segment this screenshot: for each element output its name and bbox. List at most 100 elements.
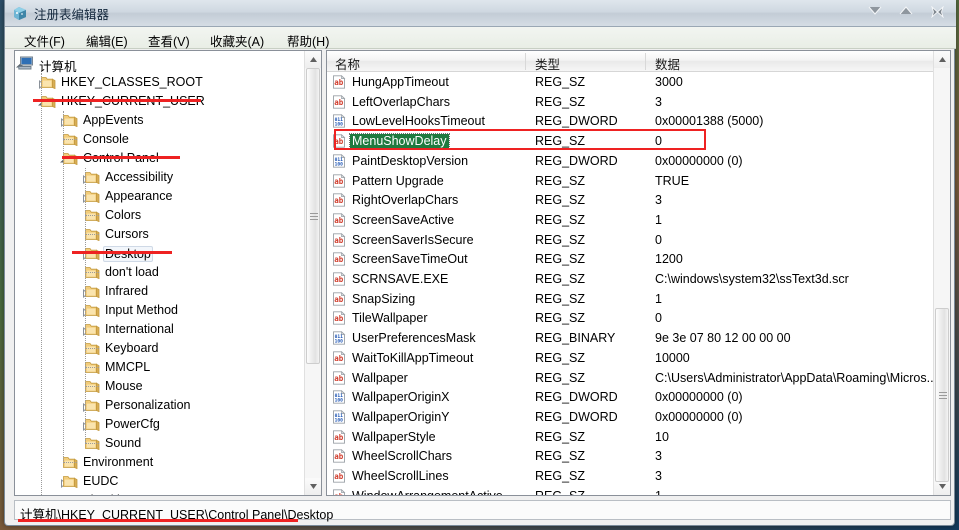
value-data: 1200 [655, 252, 683, 266]
tree-item-label: MMCPL [103, 360, 152, 374]
list-scroll-thumb[interactable] [935, 308, 949, 482]
registry-editor-icon [12, 5, 28, 21]
menu-item-0[interactable]: 文件(F) [19, 30, 70, 51]
table-row[interactable]: 011100LowLevelHooksTimeoutREG_DWORD0x000… [327, 111, 931, 131]
title-bar: 注册表编辑器 [5, 0, 956, 27]
folder-icon [85, 304, 100, 317]
column-header-1[interactable]: 类型 [535, 54, 560, 73]
value-type: REG_DWORD [535, 114, 618, 128]
folder-icon [85, 190, 100, 203]
table-row[interactable]: abSCRNSAVE.EXEREG_SZC:\windows\system32\… [327, 269, 931, 289]
svg-text:ab: ab [334, 354, 344, 363]
value-type: REG_SZ [535, 469, 585, 483]
table-row[interactable]: ab WindowArrangementActive REG_SZ 1 [327, 486, 931, 496]
registry-values-panel[interactable]: 名称类型数据 abHungAppTimeoutREG_SZ3000abLeftO… [326, 50, 951, 496]
menu-item-1[interactable]: 编辑(E) [81, 30, 133, 51]
table-row[interactable]: abWheelScrollCharsREG_SZ3 [327, 446, 931, 466]
value-name: WheelScrollLines [350, 469, 451, 483]
binary-value-icon: 011100 [332, 331, 346, 345]
table-row[interactable]: abWallpaperREG_SZC:\Users\Administrator\… [327, 368, 931, 388]
svg-text:ab: ab [334, 433, 344, 442]
svg-text:ab: ab [334, 236, 344, 245]
value-type: REG_BINARY [535, 331, 615, 345]
column-separator[interactable] [645, 53, 646, 70]
table-row[interactable]: abTileWallpaperREG_SZ0 [327, 308, 931, 328]
dword-value-icon: 011100 [332, 154, 346, 168]
tree-item-label: AppEvents [81, 113, 145, 127]
table-row[interactable]: abHungAppTimeoutREG_SZ3000 [327, 72, 931, 92]
svg-text:ab: ab [334, 492, 344, 496]
value-data: 3 [655, 469, 662, 483]
tree-scroll-up-button[interactable] [305, 51, 321, 68]
tree-scroll-down-button[interactable] [305, 478, 321, 495]
underline-control-panel [62, 156, 180, 159]
list-scroll-up-button[interactable] [934, 51, 950, 68]
value-name: SCRNSAVE.EXE [350, 272, 450, 286]
value-name: Pattern Upgrade [350, 174, 446, 188]
menu-item-2[interactable]: 查看(V) [143, 30, 195, 51]
table-row[interactable]: abScreenSaveTimeOutREG_SZ1200 [327, 249, 931, 269]
menu-item-3[interactable]: 收藏夹(A) [205, 30, 269, 51]
value-name: ScreenSaveActive [350, 213, 456, 227]
tree-scroll-thumb[interactable] [306, 68, 320, 364]
value-data: 0x00000000 (0) [655, 410, 743, 424]
table-row[interactable]: ab WaitToKillAppTimeout REG_SZ 10000 [327, 348, 931, 368]
minimize-button[interactable] [861, 2, 889, 20]
table-row[interactable]: abWheelScrollLinesREG_SZ3 [327, 466, 931, 486]
value-type: REG_SZ [535, 489, 585, 496]
svg-text:ab: ab [334, 374, 344, 383]
value-name: WindowArrangementActive [350, 489, 505, 496]
underline-status-path [18, 519, 298, 522]
value-type: REG_SZ [535, 213, 585, 227]
value-name: RightOverlapChars [350, 193, 460, 207]
value-data: 1 [655, 213, 662, 227]
tree-item-label: HKEY_CLASSES_ROOT [59, 75, 205, 89]
table-row[interactable]: 011100PaintDesktopVersionREG_DWORD0x0000… [327, 151, 931, 171]
tree-item-label: Environment [81, 455, 155, 469]
tree-guide-line [85, 367, 99, 368]
value-data: 1 [655, 489, 662, 496]
value-name: HungAppTimeout [350, 75, 451, 89]
table-row[interactable]: abScreenSaveActiveREG_SZ1 [327, 210, 931, 230]
column-header-0[interactable]: 名称 [335, 54, 360, 73]
table-row[interactable]: abRightOverlapCharsREG_SZ3 [327, 190, 931, 210]
value-name: MenuShowDelay [350, 134, 449, 148]
value-type: REG_SZ [535, 351, 585, 365]
value-data: 3 [655, 95, 662, 109]
svg-text:100: 100 [335, 122, 344, 128]
value-type: REG_SZ [535, 252, 585, 266]
list-column-header: 名称 类型 数据 [327, 51, 950, 72]
table-row[interactable]: abMenuShowDelayREG_SZ0 [327, 131, 931, 151]
svg-text:ab: ab [334, 78, 344, 87]
string-value-icon: ab [332, 311, 346, 325]
tree-item-label: 计算机 [37, 56, 79, 75]
column-header-2[interactable]: 数据 [655, 54, 680, 73]
value-data: 3 [655, 449, 662, 463]
table-row[interactable]: abScreenSaverIsSecureREG_SZ0 [327, 230, 931, 250]
column-separator[interactable] [525, 53, 526, 70]
maximize-button[interactable] [892, 2, 920, 20]
table-row[interactable]: 011100WallpaperOriginYREG_DWORD0x0000000… [327, 407, 931, 427]
list-vertical-scrollbar[interactable] [933, 51, 950, 495]
table-row[interactable]: abWallpaperStyleREG_SZ10 [327, 427, 931, 447]
svg-text:ab: ab [334, 177, 344, 186]
value-name: WaitToKillAppTimeout [350, 351, 475, 365]
value-data: 10000 [655, 351, 690, 365]
menu-item-4[interactable]: 帮助(H) [282, 30, 334, 51]
svg-text:100: 100 [335, 339, 344, 345]
table-row[interactable]: 011100UserPreferencesMaskREG_BINARY9e 3e… [327, 328, 931, 348]
string-value-icon: ab [332, 174, 346, 188]
tree-item-label: EUDC [81, 474, 120, 488]
value-type: REG_SZ [535, 449, 585, 463]
tree-guide-line [63, 462, 77, 463]
table-row[interactable]: abLeftOverlapCharsREG_SZ3 [327, 92, 931, 112]
table-row[interactable]: abPattern UpgradeREG_SZTRUE [327, 171, 931, 191]
table-row[interactable]: abSnapSizingREG_SZ1 [327, 289, 931, 309]
tree-guide-line [85, 348, 99, 349]
value-name: WallpaperOriginX [350, 390, 452, 404]
tree-vertical-scrollbar[interactable] [304, 51, 321, 495]
table-row[interactable]: 011100WallpaperOriginXREG_DWORD0x0000000… [327, 387, 931, 407]
registry-tree-panel[interactable]: 计算机HKEY_CLASSES_ROOTHKEY_CURRENT_USERApp… [14, 50, 322, 496]
registry-editor-window: 注册表编辑器 文件(F) 编辑(E) 查看(V) 收藏夹(A) 帮助(H) 计算机HKE… [4, 0, 955, 526]
close-button[interactable] [923, 2, 951, 20]
